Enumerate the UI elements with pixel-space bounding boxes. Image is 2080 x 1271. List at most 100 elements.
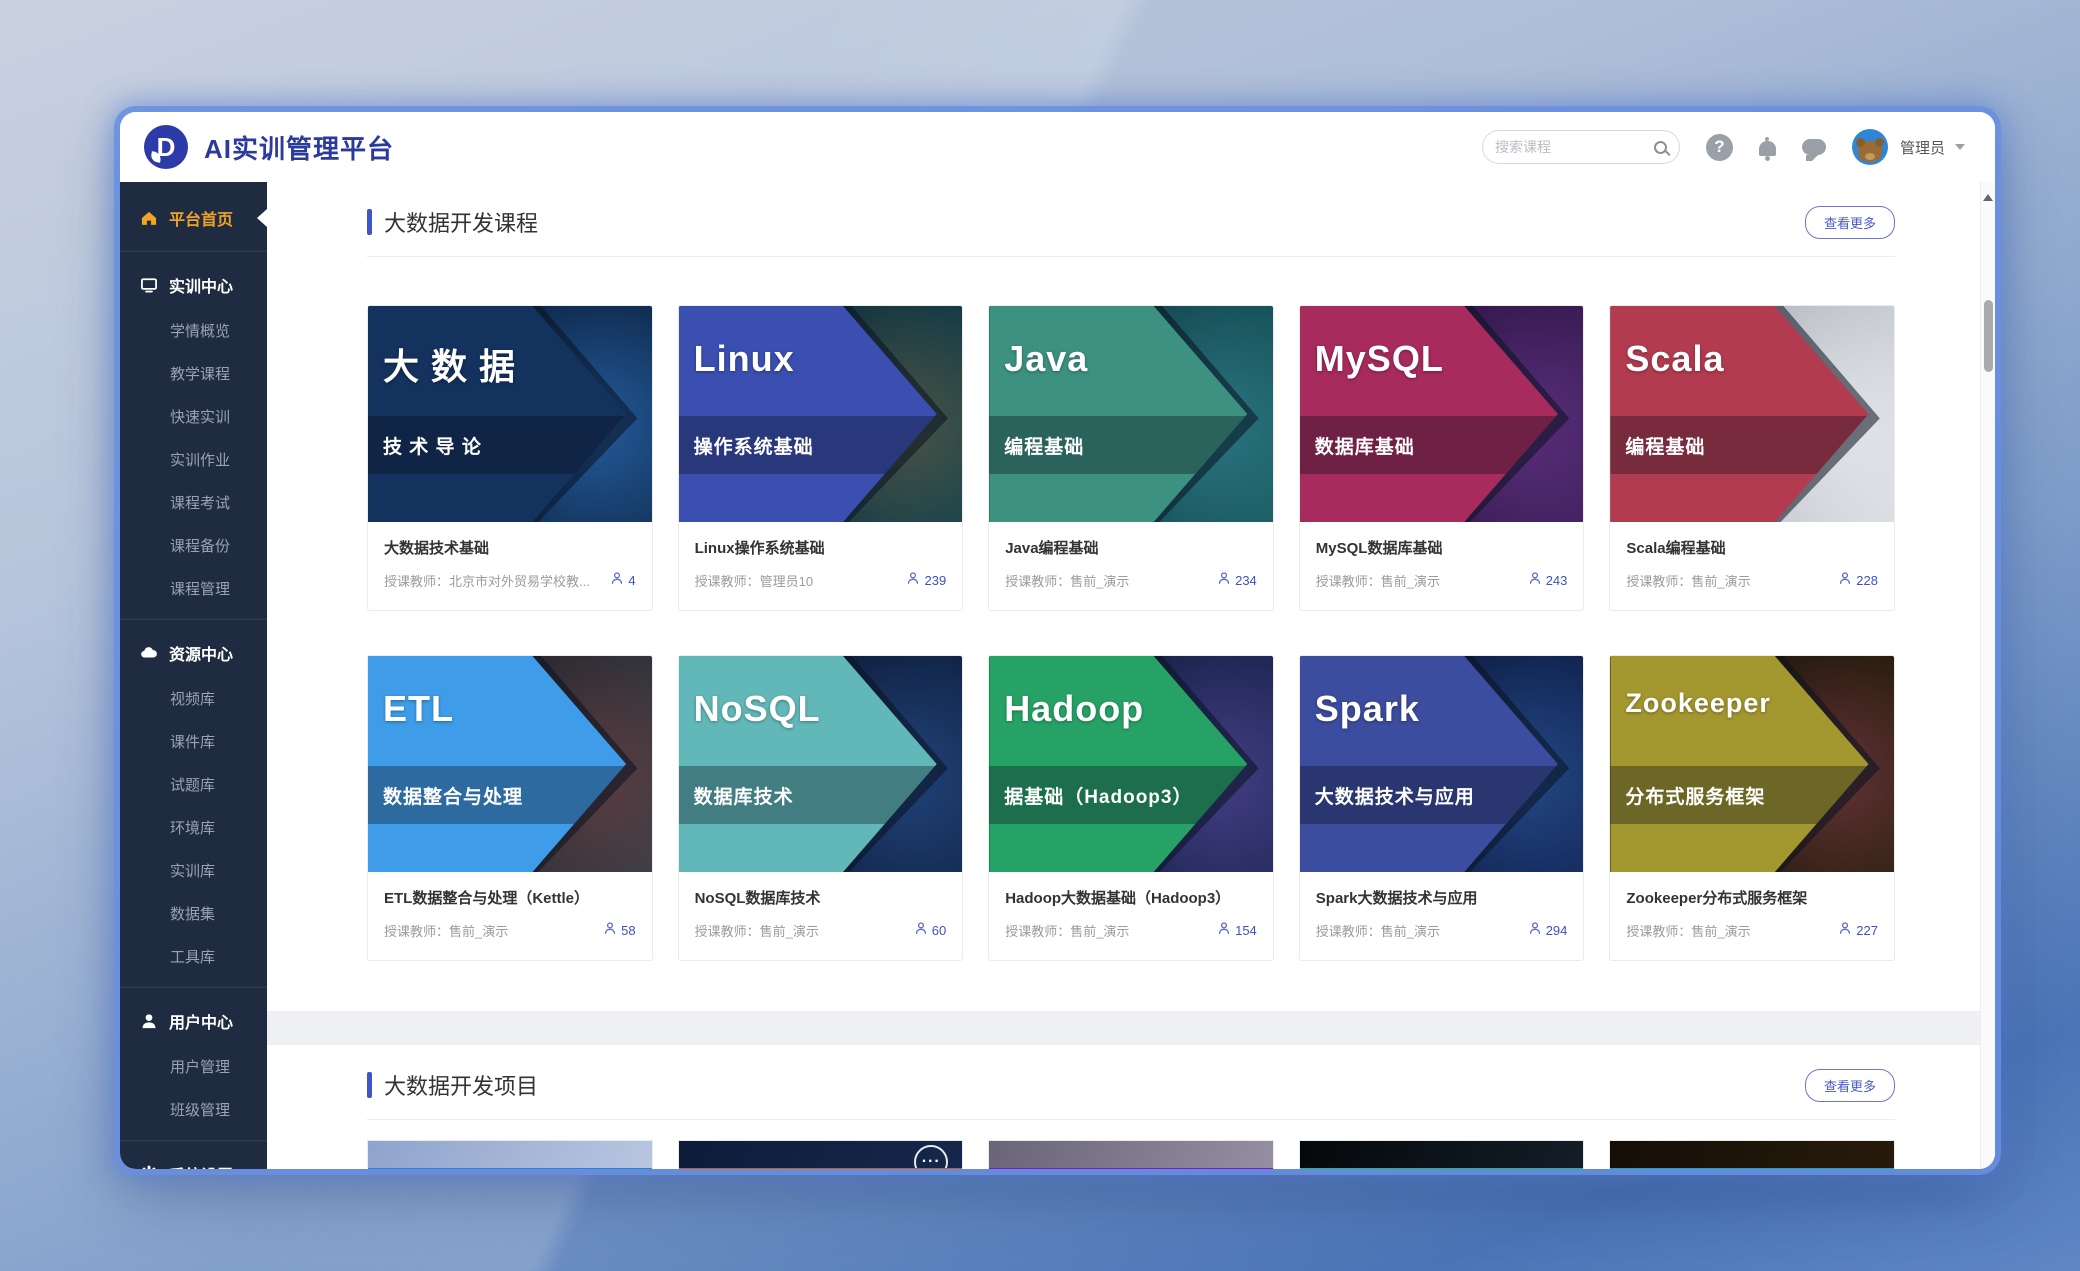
sidebar-item-class-management[interactable]: 班级管理 bbox=[120, 1088, 267, 1131]
person-icon bbox=[1838, 571, 1852, 590]
banner-arrow: Zookeeper分布式服务框架 bbox=[1610, 656, 1894, 872]
course-card-image: ETL数据整合与处理 bbox=[368, 656, 652, 872]
app-body: 平台首页实训中心学情概览教学课程快速实训实训作业课程考试课程备份课程管理资源中心… bbox=[120, 182, 1995, 1169]
course-card[interactable]: 大 数 据技 术 导 论大数据技术基础授课教师：北京市对外贸易学校教...4 bbox=[367, 305, 653, 611]
sidebar-item-tool-library[interactable]: 工具库 bbox=[120, 935, 267, 978]
sidebar-item-label: 课件库 bbox=[170, 731, 215, 752]
search-input[interactable] bbox=[1495, 139, 1646, 155]
search-icon[interactable] bbox=[1654, 141, 1667, 154]
course-card-info: Spark大数据技术与应用授课教师：售前_演示294 bbox=[1300, 872, 1584, 960]
sidebar-item-label: 工具库 bbox=[170, 946, 215, 967]
student-count[interactable]: 227 bbox=[1838, 921, 1878, 940]
project-card[interactable]: 大数据开发案例 bbox=[1299, 1140, 1585, 1169]
chevron-down-icon[interactable] bbox=[1955, 144, 1965, 155]
user-name[interactable]: 管理员 bbox=[1900, 137, 1945, 158]
course-card[interactable]: Linux操作系统基础Linux操作系统基础授课教师：管理员10239 bbox=[678, 305, 964, 611]
student-count-number: 4 bbox=[628, 573, 635, 588]
project-section-panel: 大数据开发项目 查看更多 大数据开发案例···大数据开发案例大数据开发案例大数据… bbox=[267, 1045, 1995, 1169]
gear-icon bbox=[140, 1165, 158, 1169]
sidebar-item-course-management[interactable]: 课程管理 bbox=[120, 567, 267, 610]
notification-bell-icon[interactable] bbox=[1759, 141, 1776, 156]
sidebar-item-training-homework[interactable]: 实训作业 bbox=[120, 438, 267, 481]
help-icon[interactable]: ? bbox=[1706, 134, 1733, 161]
course-teacher: 授课教师：售前_演示 bbox=[695, 921, 819, 940]
student-count[interactable]: 243 bbox=[1528, 571, 1568, 590]
course-meta: 授课教师：售前_演示294 bbox=[1316, 921, 1568, 940]
course-title: ETL数据整合与处理（Kettle） bbox=[384, 887, 636, 908]
avatar[interactable] bbox=[1852, 129, 1888, 165]
course-section-panel: 大数据开发课程 查看更多 大 数 据技 术 导 论大数据技术基础授课教师：北京市… bbox=[267, 182, 1995, 1011]
student-count[interactable]: 294 bbox=[1528, 921, 1568, 940]
sidebar-item-training-library[interactable]: 实训库 bbox=[120, 849, 267, 892]
project-card[interactable]: 大数据开发案例 bbox=[1609, 1140, 1895, 1169]
sidebar-item-home[interactable]: 平台首页 bbox=[120, 194, 267, 242]
student-count[interactable]: 60 bbox=[914, 921, 946, 940]
banner-arrow: Spark大数据技术与应用 bbox=[1300, 656, 1584, 872]
course-view-more-button[interactable]: 查看更多 bbox=[1805, 206, 1895, 239]
sidebar-item-dataset[interactable]: 数据集 bbox=[120, 892, 267, 935]
sidebar-divider bbox=[120, 1140, 267, 1141]
scrollbar-up-arrow-icon[interactable] bbox=[1983, 189, 1993, 201]
section-accent-bar bbox=[367, 209, 372, 235]
student-count[interactable]: 4 bbox=[610, 571, 635, 590]
course-card[interactable]: MySQL数据库基础MySQL数据库基础授课教师：售前_演示243 bbox=[1299, 305, 1585, 611]
sidebar-item-environment-library[interactable]: 环境库 bbox=[120, 806, 267, 849]
scrollbar[interactable] bbox=[1980, 182, 1995, 1169]
student-count[interactable]: 58 bbox=[603, 921, 635, 940]
sidebar-item-study-overview[interactable]: 学情概览 bbox=[120, 309, 267, 352]
sidebar-item-courseware-library[interactable]: 课件库 bbox=[120, 720, 267, 763]
course-card-image: Hadoop据基础（Hadoop3） bbox=[989, 656, 1273, 872]
sidebar-item-resource-center[interactable]: 资源中心 bbox=[120, 629, 267, 677]
course-meta: 授课教师：北京市对外贸易学校教...4 bbox=[384, 571, 636, 590]
course-card[interactable]: Java编程基础Java编程基础授课教师：售前_演示234 bbox=[988, 305, 1274, 611]
student-count-number: 239 bbox=[924, 573, 946, 588]
course-meta: 授课教师：售前_演示 60 bbox=[695, 921, 947, 940]
monitor-icon bbox=[140, 276, 158, 294]
project-view-more-button[interactable]: 查看更多 bbox=[1805, 1069, 1895, 1102]
project-card[interactable]: 大数据开发案例 bbox=[988, 1140, 1274, 1169]
course-card[interactable]: Hadoop据基础（Hadoop3）Hadoop大数据基础（Hadoop3）授课… bbox=[988, 655, 1274, 961]
course-teacher: 授课教师：售前_演示 bbox=[1316, 571, 1440, 590]
student-count[interactable]: 154 bbox=[1217, 921, 1257, 940]
student-count[interactable]: 228 bbox=[1838, 571, 1878, 590]
sidebar-item-teaching-courses[interactable]: 教学课程 bbox=[120, 352, 267, 395]
student-count[interactable]: 239 bbox=[906, 571, 946, 590]
person-icon bbox=[1217, 571, 1231, 590]
person-icon bbox=[610, 571, 624, 590]
course-card[interactable]: Spark大数据技术与应用Spark大数据技术与应用授课教师：售前_演示294 bbox=[1299, 655, 1585, 961]
sidebar-item-quick-training[interactable]: 快速实训 bbox=[120, 395, 267, 438]
search-box[interactable] bbox=[1482, 130, 1680, 164]
scrollbar-thumb[interactable] bbox=[1984, 300, 1993, 372]
banner-title: ETL bbox=[383, 688, 454, 730]
sidebar-item-question-library[interactable]: 试题库 bbox=[120, 763, 267, 806]
project-banner: 大数据开发案例 bbox=[1300, 1168, 1584, 1169]
sidebar-item-label: 实训库 bbox=[170, 860, 215, 881]
message-icon[interactable] bbox=[1802, 139, 1826, 155]
banner-arrow: 大 数 据技 术 导 论 bbox=[368, 306, 652, 522]
banner-title: 大 数 据 bbox=[383, 338, 516, 390]
sidebar-item-course-backup[interactable]: 课程备份 bbox=[120, 524, 267, 567]
sidebar-item-label: 用户管理 bbox=[170, 1056, 230, 1077]
sidebar-item-user-management[interactable]: 用户管理 bbox=[120, 1045, 267, 1088]
sidebar-item-course-exams[interactable]: 课程考试 bbox=[120, 481, 267, 524]
course-card-info: ETL数据整合与处理（Kettle）授课教师：售前_演示58 bbox=[368, 872, 652, 960]
course-card-info: MySQL数据库基础授课教师：售前_演示243 bbox=[1300, 522, 1584, 610]
sidebar-item-video-library[interactable]: 视频库 bbox=[120, 677, 267, 720]
course-card-image: Java编程基础 bbox=[989, 306, 1273, 522]
sidebar-item-training-center[interactable]: 实训中心 bbox=[120, 261, 267, 309]
banner-subtitle: 技 术 导 论 bbox=[368, 432, 482, 459]
course-teacher: 授课教师：售前_演示 bbox=[1005, 921, 1129, 940]
project-card[interactable]: ···大数据开发案例 bbox=[678, 1140, 964, 1169]
sidebar-item-system-settings[interactable]: 系统设置 bbox=[120, 1150, 267, 1169]
sidebar-item-label: 快速实训 bbox=[170, 406, 230, 427]
course-card[interactable]: NoSQL数据库技术NoSQL数据库技术授课教师：售前_演示60 bbox=[678, 655, 964, 961]
course-card[interactable]: Scala编程基础Scala编程基础授课教师：售前_演示228 bbox=[1609, 305, 1895, 611]
person-icon bbox=[914, 921, 928, 940]
course-card[interactable]: Zookeeper分布式服务框架Zookeeper分布式服务框架授课教师：售前_… bbox=[1609, 655, 1895, 961]
course-card[interactable]: ETL数据整合与处理ETL数据整合与处理（Kettle）授课教师：售前_演示58 bbox=[367, 655, 653, 961]
student-count[interactable]: 234 bbox=[1217, 571, 1257, 590]
course-card-info: 大数据技术基础授课教师：北京市对外贸易学校教...4 bbox=[368, 522, 652, 610]
cloud-icon bbox=[140, 644, 158, 662]
sidebar-item-user-center[interactable]: 用户中心 bbox=[120, 997, 267, 1045]
project-card[interactable]: 大数据开发案例 bbox=[367, 1140, 653, 1169]
